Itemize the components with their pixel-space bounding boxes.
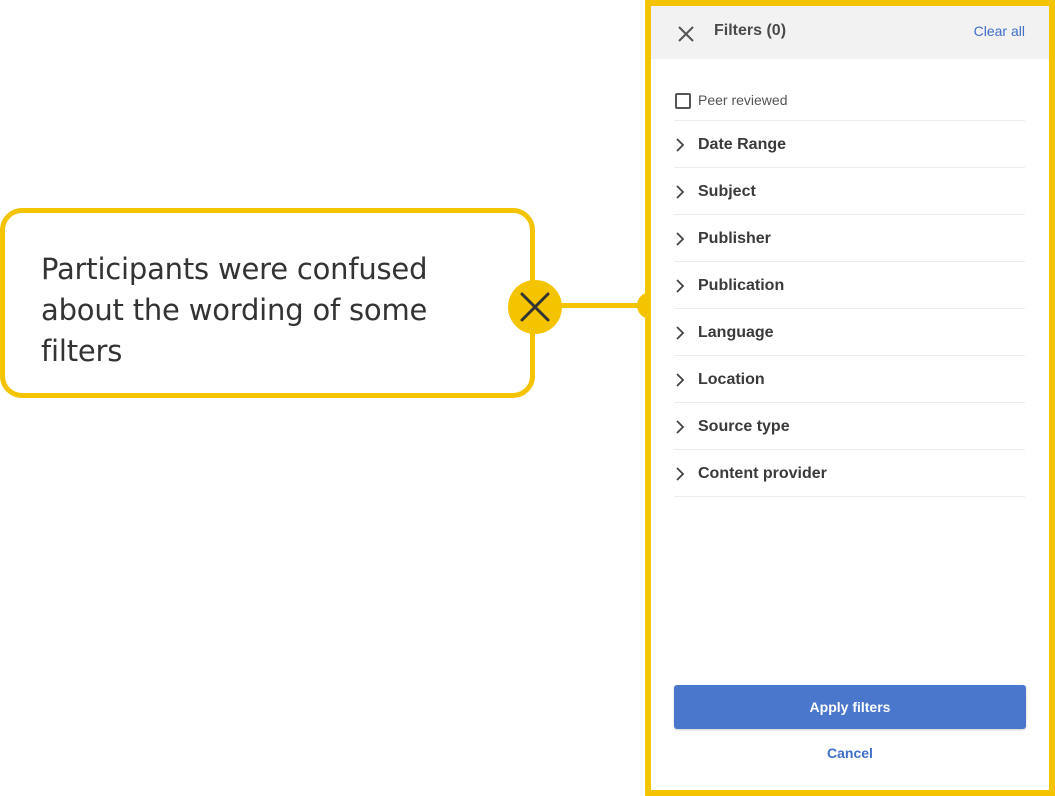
apply-filters-button[interactable]: Apply filters (674, 685, 1026, 729)
filter-label: Date Range (698, 136, 787, 153)
panel-title: Filters (0) (714, 22, 787, 39)
filter-item-language[interactable]: Language (674, 309, 1025, 356)
filter-label: Subject (698, 183, 756, 200)
clear-all-button[interactable]: Clear all (974, 23, 1025, 39)
chevron-right-icon (674, 138, 686, 152)
filter-item-publisher[interactable]: Publisher (674, 215, 1025, 262)
chevron-right-icon (674, 279, 686, 293)
cancel-button[interactable]: Cancel (674, 745, 1026, 761)
filter-label: Publisher (698, 230, 771, 247)
filter-item-date-range[interactable]: Date Range (674, 121, 1025, 168)
filter-item-subject[interactable]: Subject (674, 168, 1025, 215)
filter-item-location[interactable]: Location (674, 356, 1025, 403)
filters-panel: Filters (0) Clear all Peer reviewed Date… (645, 0, 1055, 796)
filter-item-source-type[interactable]: Source type (674, 403, 1025, 450)
peer-reviewed-row[interactable]: Peer reviewed (674, 86, 1025, 121)
close-icon (508, 280, 562, 334)
peer-reviewed-label: Peer reviewed (698, 92, 788, 108)
chevron-right-icon (674, 326, 686, 340)
filter-list: Date Range Subject Publisher Publication… (674, 121, 1025, 497)
callout-box: Participants were confused about the wor… (0, 208, 535, 398)
callout-text: Participants were confused about the wor… (41, 252, 428, 368)
chevron-right-icon (674, 373, 686, 387)
filter-label: Language (698, 324, 774, 341)
panel-header: Filters (0) Clear all (651, 6, 1049, 59)
peer-reviewed-checkbox[interactable] (675, 93, 691, 109)
chevron-right-icon (674, 185, 686, 199)
filter-label: Location (698, 371, 765, 388)
filter-item-content-provider[interactable]: Content provider (674, 450, 1025, 497)
close-icon[interactable] (674, 22, 698, 46)
filter-label: Content provider (698, 465, 827, 482)
chevron-right-icon (674, 232, 686, 246)
chevron-right-icon (674, 420, 686, 434)
filter-item-publication[interactable]: Publication (674, 262, 1025, 309)
filter-label: Publication (698, 277, 785, 294)
chevron-right-icon (674, 467, 686, 481)
filter-label: Source type (698, 418, 790, 435)
